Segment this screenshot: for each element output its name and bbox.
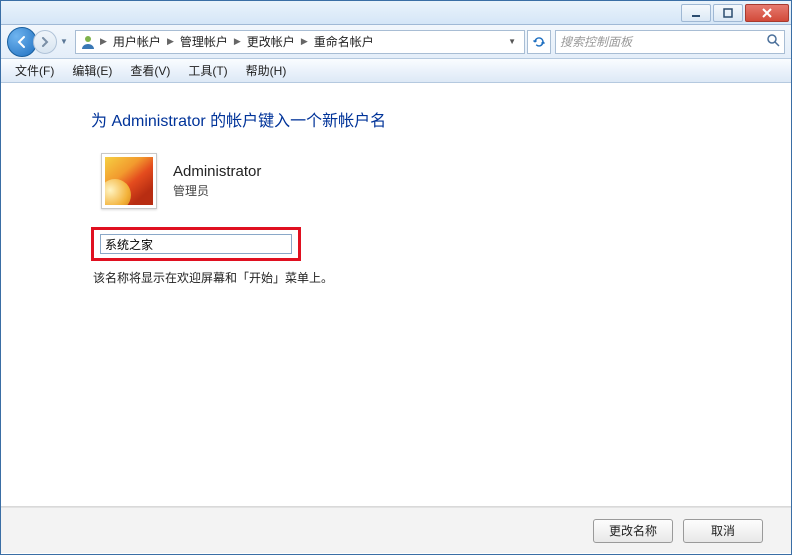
account-role: 管理员 [173,182,261,199]
search-input[interactable] [560,35,762,49]
address-dropdown[interactable]: ▼ [504,37,520,46]
chevron-right-icon: ▶ [167,36,174,47]
close-button[interactable] [745,4,789,22]
forward-button[interactable] [33,30,57,54]
window-frame: ▼ ▶ 用户帐户 ▶ 管理帐户 ▶ 更改帐户 ▶ 重命名帐户 ▼ [0,0,792,555]
cancel-button[interactable]: 取消 [683,519,763,543]
refresh-button[interactable] [527,30,551,54]
account-name: Administrator [173,163,261,180]
titlebar [1,1,791,25]
nav-row: ▼ ▶ 用户帐户 ▶ 管理帐户 ▶ 更改帐户 ▶ 重命名帐户 ▼ [1,25,791,59]
chevron-right-icon: ▶ [301,36,308,47]
account-text: Administrator 管理员 [173,163,261,199]
maximize-icon [723,8,733,18]
breadcrumb-item[interactable]: 管理帐户 [178,33,230,50]
minimize-button[interactable] [681,4,711,22]
arrow-left-icon [15,35,29,49]
content-area: 为 Administrator 的帐户键入一个新帐户名 Administrato… [1,83,791,506]
menu-tools[interactable]: 工具(T) [180,60,235,81]
maximize-button[interactable] [713,4,743,22]
minimize-icon [691,8,701,18]
name-input-highlight [91,227,301,261]
breadcrumb-label: 管理帐户 [180,33,228,50]
user-accounts-icon [80,34,96,50]
footer-bar: 更改名称 取消 [1,507,791,553]
breadcrumb-label: 更改帐户 [247,33,295,50]
menu-bar: 文件(F) 编辑(E) 查看(V) 工具(T) 帮助(H) [1,59,791,83]
breadcrumb-label: 重命名帐户 [314,33,374,50]
new-name-input[interactable] [100,234,292,254]
address-bar[interactable]: ▶ 用户帐户 ▶ 管理帐户 ▶ 更改帐户 ▶ 重命名帐户 ▼ [75,30,525,54]
chevron-right-icon: ▶ [100,36,107,47]
breadcrumb-item[interactable]: 重命名帐户 [312,33,376,50]
close-icon [761,8,773,18]
menu-edit[interactable]: 编辑(E) [64,60,120,81]
menu-help[interactable]: 帮助(H) [238,60,295,81]
avatar [101,153,157,209]
rename-button[interactable]: 更改名称 [593,519,673,543]
menu-file[interactable]: 文件(F) [7,60,62,81]
breadcrumb-label: 用户帐户 [113,33,161,50]
nav-history-dropdown[interactable]: ▼ [57,27,71,57]
breadcrumb-item[interactable]: 更改帐户 [245,33,297,50]
avatar-image [105,157,153,205]
menu-view[interactable]: 查看(V) [122,60,178,81]
hint-text: 该名称将显示在欢迎屏幕和「开始」菜单上。 [93,269,771,286]
chevron-right-icon: ▶ [234,36,241,47]
page-title: 为 Administrator 的帐户键入一个新帐户名 [91,107,771,131]
account-summary: Administrator 管理员 [101,153,771,209]
breadcrumb-item[interactable]: 用户帐户 [111,33,163,50]
refresh-icon [532,35,546,49]
search-box[interactable] [555,30,785,54]
arrow-right-icon [40,37,50,47]
search-icon [766,33,780,50]
